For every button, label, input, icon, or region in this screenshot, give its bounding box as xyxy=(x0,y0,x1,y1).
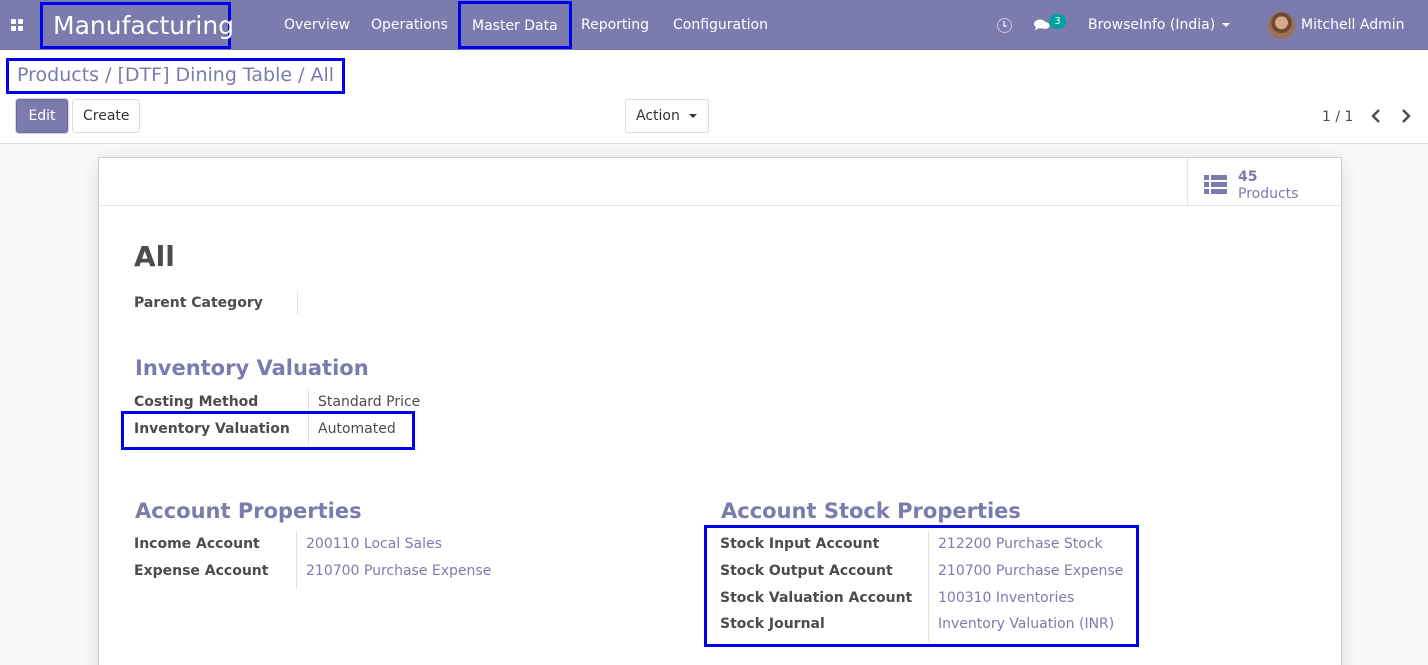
products-stat-button[interactable]: 45 Products xyxy=(1187,158,1341,206)
user-name[interactable]: Mitchell Admin xyxy=(1301,0,1405,51)
breadcrumb[interactable]: Products / [DTF] Dining Table / All xyxy=(6,58,346,94)
form-sheet: 45 Products All Parent Category Inventor… xyxy=(98,157,1342,665)
button-box: 45 Products xyxy=(99,158,1341,206)
messages-badge: 3 xyxy=(1049,14,1066,29)
section-account-stock-properties: Account Stock Properties xyxy=(721,499,1021,523)
section-account-properties: Account Properties xyxy=(135,499,362,523)
caret-down-icon xyxy=(688,114,697,118)
action-label: Action xyxy=(636,108,680,124)
clock-icon[interactable] xyxy=(997,18,1012,33)
menu-configuration[interactable]: Configuration xyxy=(673,0,768,50)
section-inventory-valuation: Inventory Valuation xyxy=(135,356,369,380)
field-divider xyxy=(297,292,298,314)
company-name: BrowseInfo (India) xyxy=(1088,17,1216,33)
parent-category-field[interactable] xyxy=(305,295,605,315)
parent-category-label: Parent Category xyxy=(134,295,263,311)
costing-method-value[interactable]: Standard Price xyxy=(318,394,420,410)
app-name[interactable]: Manufacturing xyxy=(40,2,234,49)
income-account-label: Income Account xyxy=(134,536,260,552)
expense-account-label: Expense Account xyxy=(134,563,269,579)
stat-value: 45 xyxy=(1238,169,1258,185)
inventory-valuation-highlight xyxy=(121,411,415,450)
action-dropdown[interactable]: Action xyxy=(625,99,709,133)
edit-button[interactable]: Edit xyxy=(16,99,68,133)
menu-master-data[interactable]: Master Data xyxy=(458,1,572,49)
apps-icon[interactable] xyxy=(11,19,24,32)
costing-method-label: Costing Method xyxy=(134,394,259,410)
top-navbar: Manufacturing Overview Operations Master… xyxy=(0,0,1428,50)
chevron-right-icon[interactable] xyxy=(1401,109,1411,123)
chevron-left-icon[interactable] xyxy=(1371,109,1381,123)
menu-overview[interactable]: Overview xyxy=(284,0,350,50)
company-switcher[interactable]: BrowseInfo (India) xyxy=(1088,0,1231,51)
pager-value[interactable]: 1 / 1 xyxy=(1322,109,1353,125)
menu-reporting[interactable]: Reporting xyxy=(581,0,649,50)
stat-label: Products xyxy=(1238,186,1299,202)
caret-down-icon xyxy=(1222,23,1231,27)
income-account-value[interactable]: 200110 Local Sales xyxy=(306,536,442,552)
expense-account-value[interactable]: 210700 Purchase Expense xyxy=(306,563,491,579)
control-panel: Products / [DTF] Dining Table / All Edit… xyxy=(0,50,1428,144)
field-divider xyxy=(296,532,297,588)
record-title: All xyxy=(134,240,175,273)
create-button[interactable]: Create xyxy=(72,99,140,133)
avatar[interactable] xyxy=(1268,12,1295,39)
menu-operations[interactable]: Operations xyxy=(371,0,448,50)
chat-icon[interactable] xyxy=(1034,19,1050,31)
list-icon xyxy=(1204,175,1227,194)
stock-properties-highlight xyxy=(704,525,1139,647)
